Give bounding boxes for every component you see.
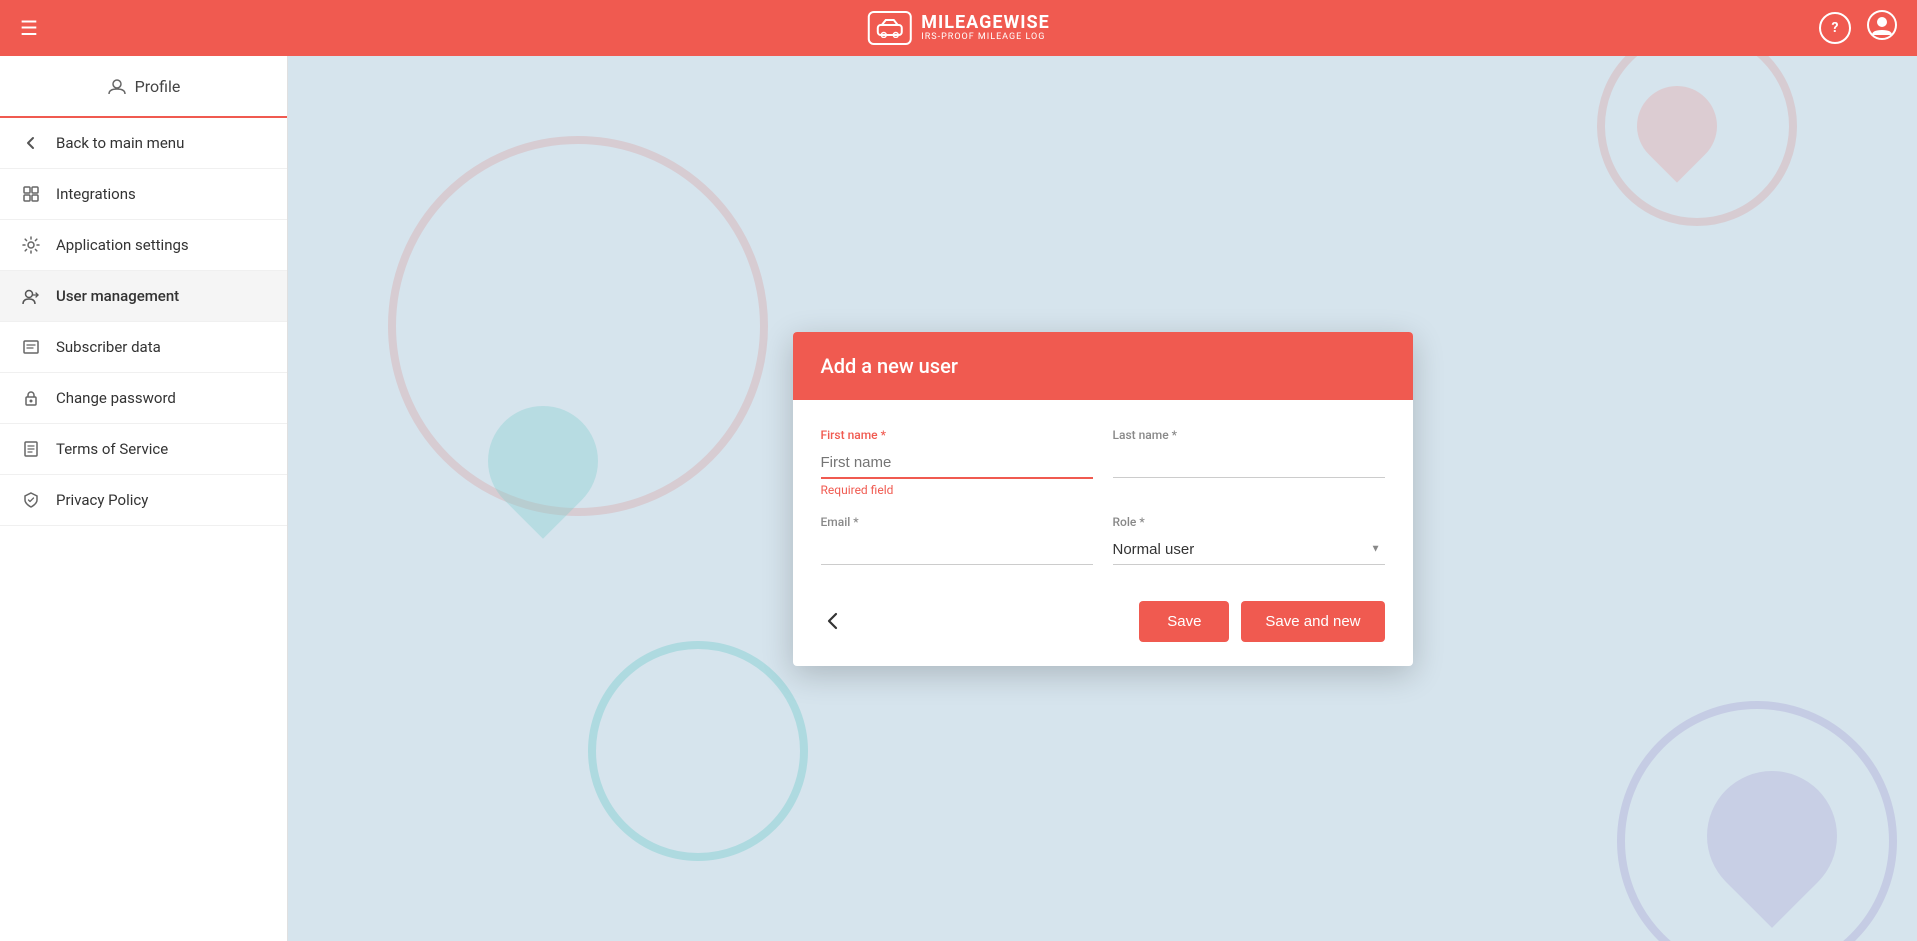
profile-label: Profile (135, 77, 181, 96)
dialog-back-button[interactable] (821, 609, 845, 633)
profile-icon (107, 76, 127, 96)
main-content: Add a new user First name * Required fie… (288, 56, 1917, 941)
user-account-button[interactable] (1867, 10, 1897, 46)
sidebar: Profile Back to main menu Integrations (0, 56, 288, 941)
settings-icon (20, 236, 42, 254)
sidebar-item-usermgmt-label: User management (56, 287, 179, 305)
sidebar-item-privacy-label: Privacy Policy (56, 491, 148, 509)
sidebar-item-terms-label: Terms of Service (56, 440, 168, 458)
sidebar-item-subscriber-label: Subscriber data (56, 338, 161, 356)
brand-name: MILEAGEWISE (921, 13, 1049, 33)
last-name-input[interactable] (1113, 446, 1385, 478)
integrations-icon (20, 185, 42, 203)
sidebar-item-integrations[interactable]: Integrations (0, 169, 287, 220)
privacy-icon (20, 491, 42, 509)
dialog-title: Add a new user (821, 354, 1385, 378)
user-management-icon (20, 287, 42, 305)
sidebar-item-change-password[interactable]: Change password (0, 373, 287, 424)
save-button[interactable]: Save (1139, 601, 1229, 642)
last-name-label: Last name * (1113, 428, 1385, 442)
dialog-overlay: Add a new user First name * Required fie… (288, 56, 1917, 941)
first-name-group: First name * Required field (821, 428, 1093, 497)
subscriber-icon (20, 338, 42, 356)
sidebar-item-back[interactable]: Back to main menu (0, 118, 287, 169)
sidebar-item-user-management[interactable]: User management (0, 271, 287, 322)
dialog-footer: Save Save and new (793, 585, 1413, 666)
hamburger-icon[interactable]: ☰ (20, 16, 38, 40)
dialog-header: Add a new user (793, 332, 1413, 400)
sidebar-item-application-settings[interactable]: Application settings (0, 220, 287, 271)
change-password-icon (20, 389, 42, 407)
sidebar-item-changepw-label: Change password (56, 389, 176, 407)
sidebar-item-subscriber-data[interactable]: Subscriber data (0, 322, 287, 373)
app-header: ☰ MILEAGEWISE IRS-PROOF MILEAGE LOG ? (0, 0, 1917, 56)
brand-sub: IRS-PROOF MILEAGE LOG (921, 33, 1049, 43)
sidebar-item-privacy[interactable]: Privacy Policy (0, 475, 287, 526)
role-select-wrapper: Normal user Admin (1113, 533, 1385, 565)
form-row-email-role: Email * Role * Normal user Admin (821, 515, 1385, 565)
logo-box (867, 11, 911, 45)
dialog-action-buttons: Save Save and new (1139, 601, 1384, 642)
sidebar-item-integrations-label: Integrations (56, 185, 136, 203)
role-group: Role * Normal user Admin (1113, 515, 1385, 565)
sidebar-item-terms[interactable]: Terms of Service (0, 424, 287, 475)
sidebar-item-back-label: Back to main menu (56, 134, 184, 152)
sidebar-item-appsettings-label: Application settings (56, 236, 189, 254)
header-left: ☰ (20, 16, 38, 40)
terms-icon (20, 440, 42, 458)
header-icons: ? (1819, 10, 1897, 46)
save-and-new-button[interactable]: Save and new (1241, 601, 1384, 642)
first-name-error: Required field (821, 483, 1093, 497)
role-select[interactable]: Normal user Admin (1113, 533, 1385, 565)
last-name-group: Last name * (1113, 428, 1385, 497)
email-label: Email * (821, 515, 1093, 529)
brand-text: MILEAGEWISE IRS-PROOF MILEAGE LOG (921, 13, 1049, 43)
add-new-user-dialog: Add a new user First name * Required fie… (793, 332, 1413, 666)
help-button[interactable]: ? (1819, 12, 1851, 44)
email-input[interactable] (821, 533, 1093, 565)
arrow-back-icon (20, 134, 42, 152)
form-row-name: First name * Required field Last name * (821, 428, 1385, 497)
car-icon (875, 18, 903, 38)
email-group: Email * (821, 515, 1093, 565)
role-label: Role * (1113, 515, 1385, 529)
dialog-body: First name * Required field Last name * … (793, 400, 1413, 585)
first-name-input[interactable] (821, 446, 1093, 479)
sidebar-profile[interactable]: Profile (0, 56, 287, 118)
logo-area: MILEAGEWISE IRS-PROOF MILEAGE LOG (867, 11, 1049, 45)
first-name-label: First name * (821, 428, 1093, 442)
